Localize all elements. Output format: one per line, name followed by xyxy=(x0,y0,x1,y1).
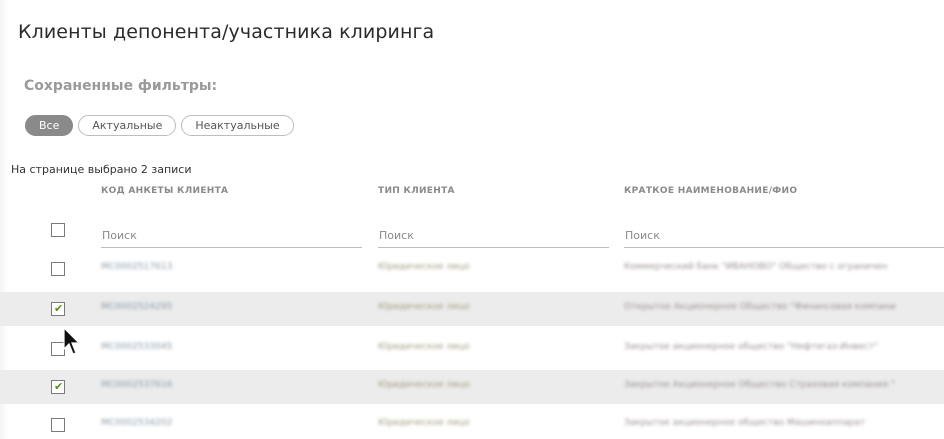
row-checkbox[interactable]: ✔ xyxy=(51,302,65,316)
checkmark-icon: ✔ xyxy=(54,302,64,315)
selection-count-text: На странице выбрано 2 записи xyxy=(11,163,192,176)
table-row[interactable]: ✔ MC0002537616 Юридическое лицо Закрытое… xyxy=(0,370,944,404)
mouse-pointer-icon xyxy=(63,327,81,355)
saved-filters-label: Сохраненные фильтры: xyxy=(24,78,218,94)
client-type-cell: Юридическое лицо xyxy=(378,418,470,428)
short-name-cell: Закрытое Акционерное Общество Страховая … xyxy=(624,380,896,390)
checkmark-icon: ✔ xyxy=(54,380,64,393)
client-type-cell: Юридическое лицо xyxy=(378,380,470,390)
client-code-cell: MC0002533045 xyxy=(101,342,173,352)
short-name-cell: Закрытое акционерное общество "Нефтегаз-… xyxy=(624,342,878,352)
short-name-cell: Открытое Акционерное Общество "Финансова… xyxy=(624,302,896,312)
client-code-cell: MC0002524295 xyxy=(101,302,173,312)
short-name-cell: Закрытое акционерное общество Машиноаппа… xyxy=(624,418,866,428)
client-type-cell: Юридическое лицо xyxy=(378,342,470,352)
short-name-cell: Коммерческий банк "ИВАНОВО" Общество с о… xyxy=(624,262,888,272)
client-code-cell: MC0002517613 xyxy=(101,262,173,272)
client-code-cell: MC0002537616 xyxy=(101,380,173,390)
clients-page: Клиенты депонента/участника клиринга Сох… xyxy=(0,0,944,439)
client-type-cell: Юридическое лицо xyxy=(378,302,470,312)
page-title: Клиенты депонента/участника клиринга xyxy=(18,21,435,43)
row-checkbox[interactable]: ✔ xyxy=(51,380,65,394)
short-name-search-input[interactable] xyxy=(624,224,944,248)
client-type-cell: Юридическое лицо xyxy=(378,262,470,272)
column-header-client-code[interactable]: КОД АНКЕТЫ КЛИЕНТА xyxy=(101,186,228,196)
table-row[interactable]: ✔ MC0002524295 Юридическое лицо Открытое… xyxy=(0,292,944,326)
column-header-short-name[interactable]: КРАТКОЕ НАИМЕНОВАНИЕ/ФИО xyxy=(624,186,797,196)
column-header-client-type[interactable]: ТИП КЛИЕНТА xyxy=(378,186,455,196)
row-checkbox[interactable] xyxy=(51,262,65,276)
row-checkbox[interactable] xyxy=(51,418,65,432)
client-code-cell: MC0002534202 xyxy=(101,418,173,428)
client-code-search-input[interactable] xyxy=(101,224,362,248)
table-row[interactable]: MC0002533045 Юридическое лицо Закрытое а… xyxy=(0,332,944,366)
select-all-checkbox[interactable] xyxy=(51,223,65,237)
client-type-search-input[interactable] xyxy=(378,224,609,248)
filter-inactive-button[interactable]: Неактуальные xyxy=(181,115,294,136)
saved-filters-bar: Все Актуальные Неактуальные xyxy=(25,115,294,136)
filter-actual-button[interactable]: Актуальные xyxy=(78,115,177,136)
filter-all-button[interactable]: Все xyxy=(25,115,74,136)
table-row[interactable]: MC0002534202 Юридическое лицо Закрытое а… xyxy=(0,408,944,439)
table-row[interactable]: MC0002517613 Юридическое лицо Коммерческ… xyxy=(0,252,944,286)
